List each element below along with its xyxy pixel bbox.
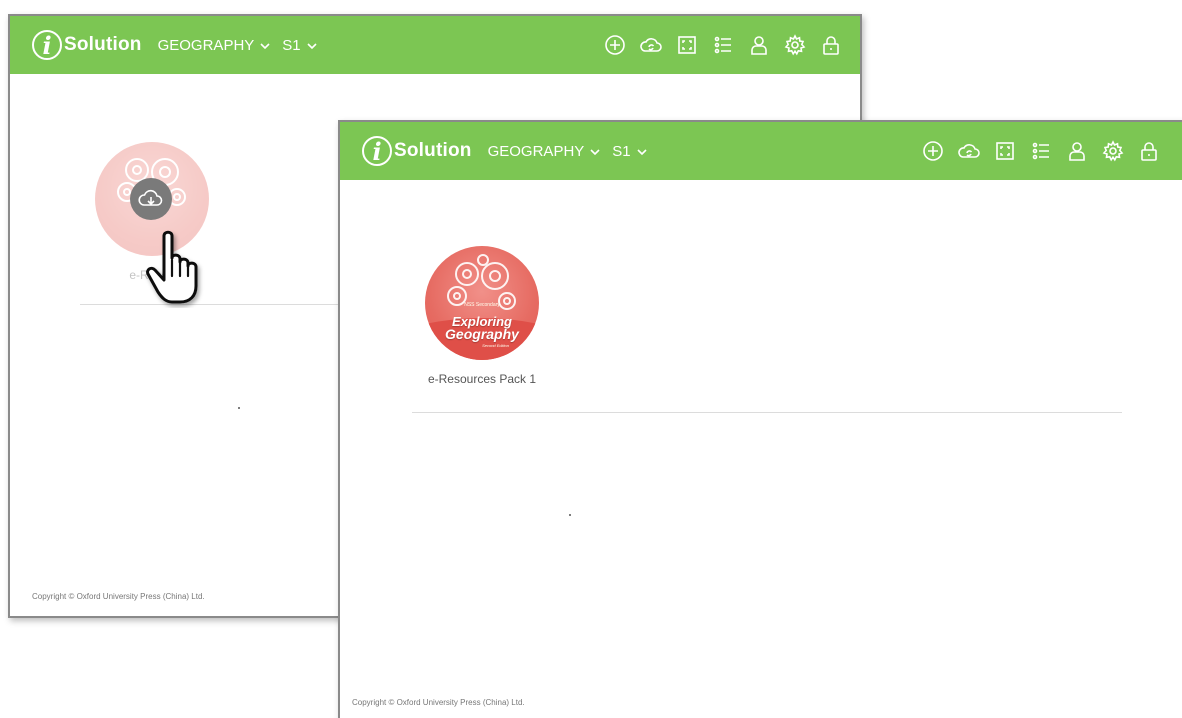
subject-label: GEOGRAPHY — [157, 36, 255, 54]
cloud-download-icon — [138, 189, 163, 206]
copyright-text: Copyright © Oxford University Press (Chi… — [32, 592, 205, 601]
resource-card[interactable]: NSS Secondary Exploring Geography Second… — [412, 246, 552, 386]
cover-title: Exploring Geography — [425, 315, 539, 342]
resource-label: e-Resources Pack 1 — [427, 372, 537, 386]
front-window: i Solution GEOGRAPHY S1 NSS Secondary Ex… — [338, 120, 1182, 718]
level-label: S1 — [612, 142, 631, 160]
chevron-down-icon — [307, 37, 317, 54]
add-circle-icon[interactable] — [922, 140, 944, 162]
copyright-text: Copyright © Oxford University Press (Chi… — [352, 698, 525, 707]
subject-select[interactable]: GEOGRAPHY — [158, 37, 271, 54]
gear-icon[interactable] — [1102, 140, 1124, 162]
user-icon[interactable] — [1066, 140, 1088, 162]
add-circle-icon[interactable] — [604, 34, 626, 56]
dot-marker — [569, 514, 571, 516]
fullscreen-icon[interactable] — [676, 34, 698, 56]
user-icon[interactable] — [748, 34, 770, 56]
toolbar — [922, 122, 1160, 180]
chevron-down-icon — [637, 143, 647, 160]
logo-text: Solution — [64, 34, 142, 55]
list-icon[interactable] — [1030, 140, 1052, 162]
logo-text: Solution — [394, 140, 472, 161]
list-icon[interactable] — [712, 34, 734, 56]
lock-icon[interactable] — [820, 34, 842, 56]
logo-icon: i — [32, 30, 62, 60]
chevron-down-icon — [590, 143, 600, 160]
subject-select[interactable]: GEOGRAPHY — [488, 143, 601, 160]
toolbar — [604, 16, 842, 74]
section-divider — [412, 412, 1122, 413]
top-bar: i Solution GEOGRAPHY S1 — [340, 122, 1182, 180]
dot-marker — [238, 407, 240, 409]
download-button[interactable] — [130, 178, 172, 220]
top-bar: i Solution GEOGRAPHY S1 — [10, 16, 860, 74]
chevron-down-icon — [260, 37, 270, 54]
level-label: S1 — [282, 36, 301, 54]
cover-edition: Second Edition — [482, 343, 509, 348]
gear-icon[interactable] — [784, 34, 806, 56]
main-content: NSS Secondary Exploring Geography Second… — [340, 180, 1182, 718]
level-select[interactable]: S1 — [282, 36, 317, 54]
cover-title-line2: Geography — [445, 326, 519, 342]
hand-pointer-icon — [146, 230, 198, 304]
subject-label: GEOGRAPHY — [487, 142, 585, 160]
lock-icon[interactable] — [1138, 140, 1160, 162]
logo[interactable]: i Solution — [32, 30, 142, 60]
fullscreen-icon[interactable] — [994, 140, 1016, 162]
logo[interactable]: i Solution — [362, 136, 472, 166]
cloud-sync-icon[interactable] — [958, 140, 980, 162]
resource-cover: NSS Secondary Exploring Geography Second… — [425, 246, 539, 360]
logo-icon: i — [362, 136, 392, 166]
cover-series: NSS Secondary — [464, 302, 500, 308]
level-select[interactable]: S1 — [612, 142, 647, 160]
cloud-sync-icon[interactable] — [640, 34, 662, 56]
